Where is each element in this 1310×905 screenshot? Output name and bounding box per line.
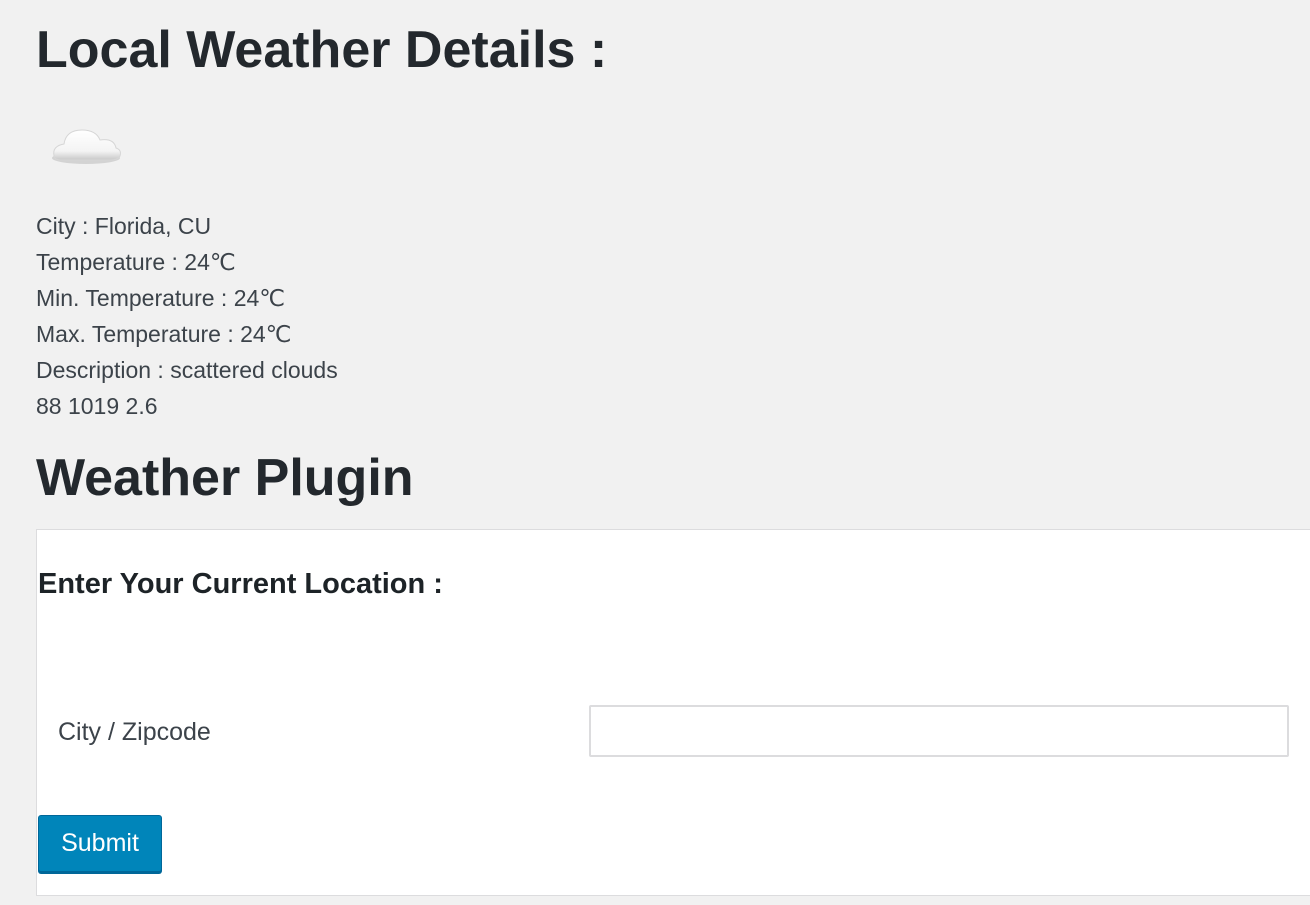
city-text: City : Florida, CU xyxy=(36,213,212,239)
plugin-title: Weather Plugin xyxy=(36,449,414,507)
city-zipcode-input[interactable] xyxy=(589,705,1289,757)
form-heading: Enter Your Current Location : xyxy=(38,568,443,600)
temperature-text: Temperature : 24℃ xyxy=(36,249,236,275)
page-title: Local Weather Details : xyxy=(36,21,608,79)
min-temperature-text: Min. Temperature : 24℃ xyxy=(36,285,286,311)
submit-button[interactable]: Submit xyxy=(38,815,162,872)
max-temperature-text: Max. Temperature : 24℃ xyxy=(36,321,292,347)
weather-details: City : Florida, CU Temperature : 24℃ Min… xyxy=(36,208,338,424)
cloud-icon xyxy=(44,116,128,172)
location-form-panel: Enter Your Current Location : City / Zip… xyxy=(36,529,1310,896)
weather-extra-values: 88 1019 2.6 xyxy=(36,393,158,419)
description-text: Description : scattered clouds xyxy=(36,357,338,383)
city-zipcode-label: City / Zipcode xyxy=(58,718,211,746)
